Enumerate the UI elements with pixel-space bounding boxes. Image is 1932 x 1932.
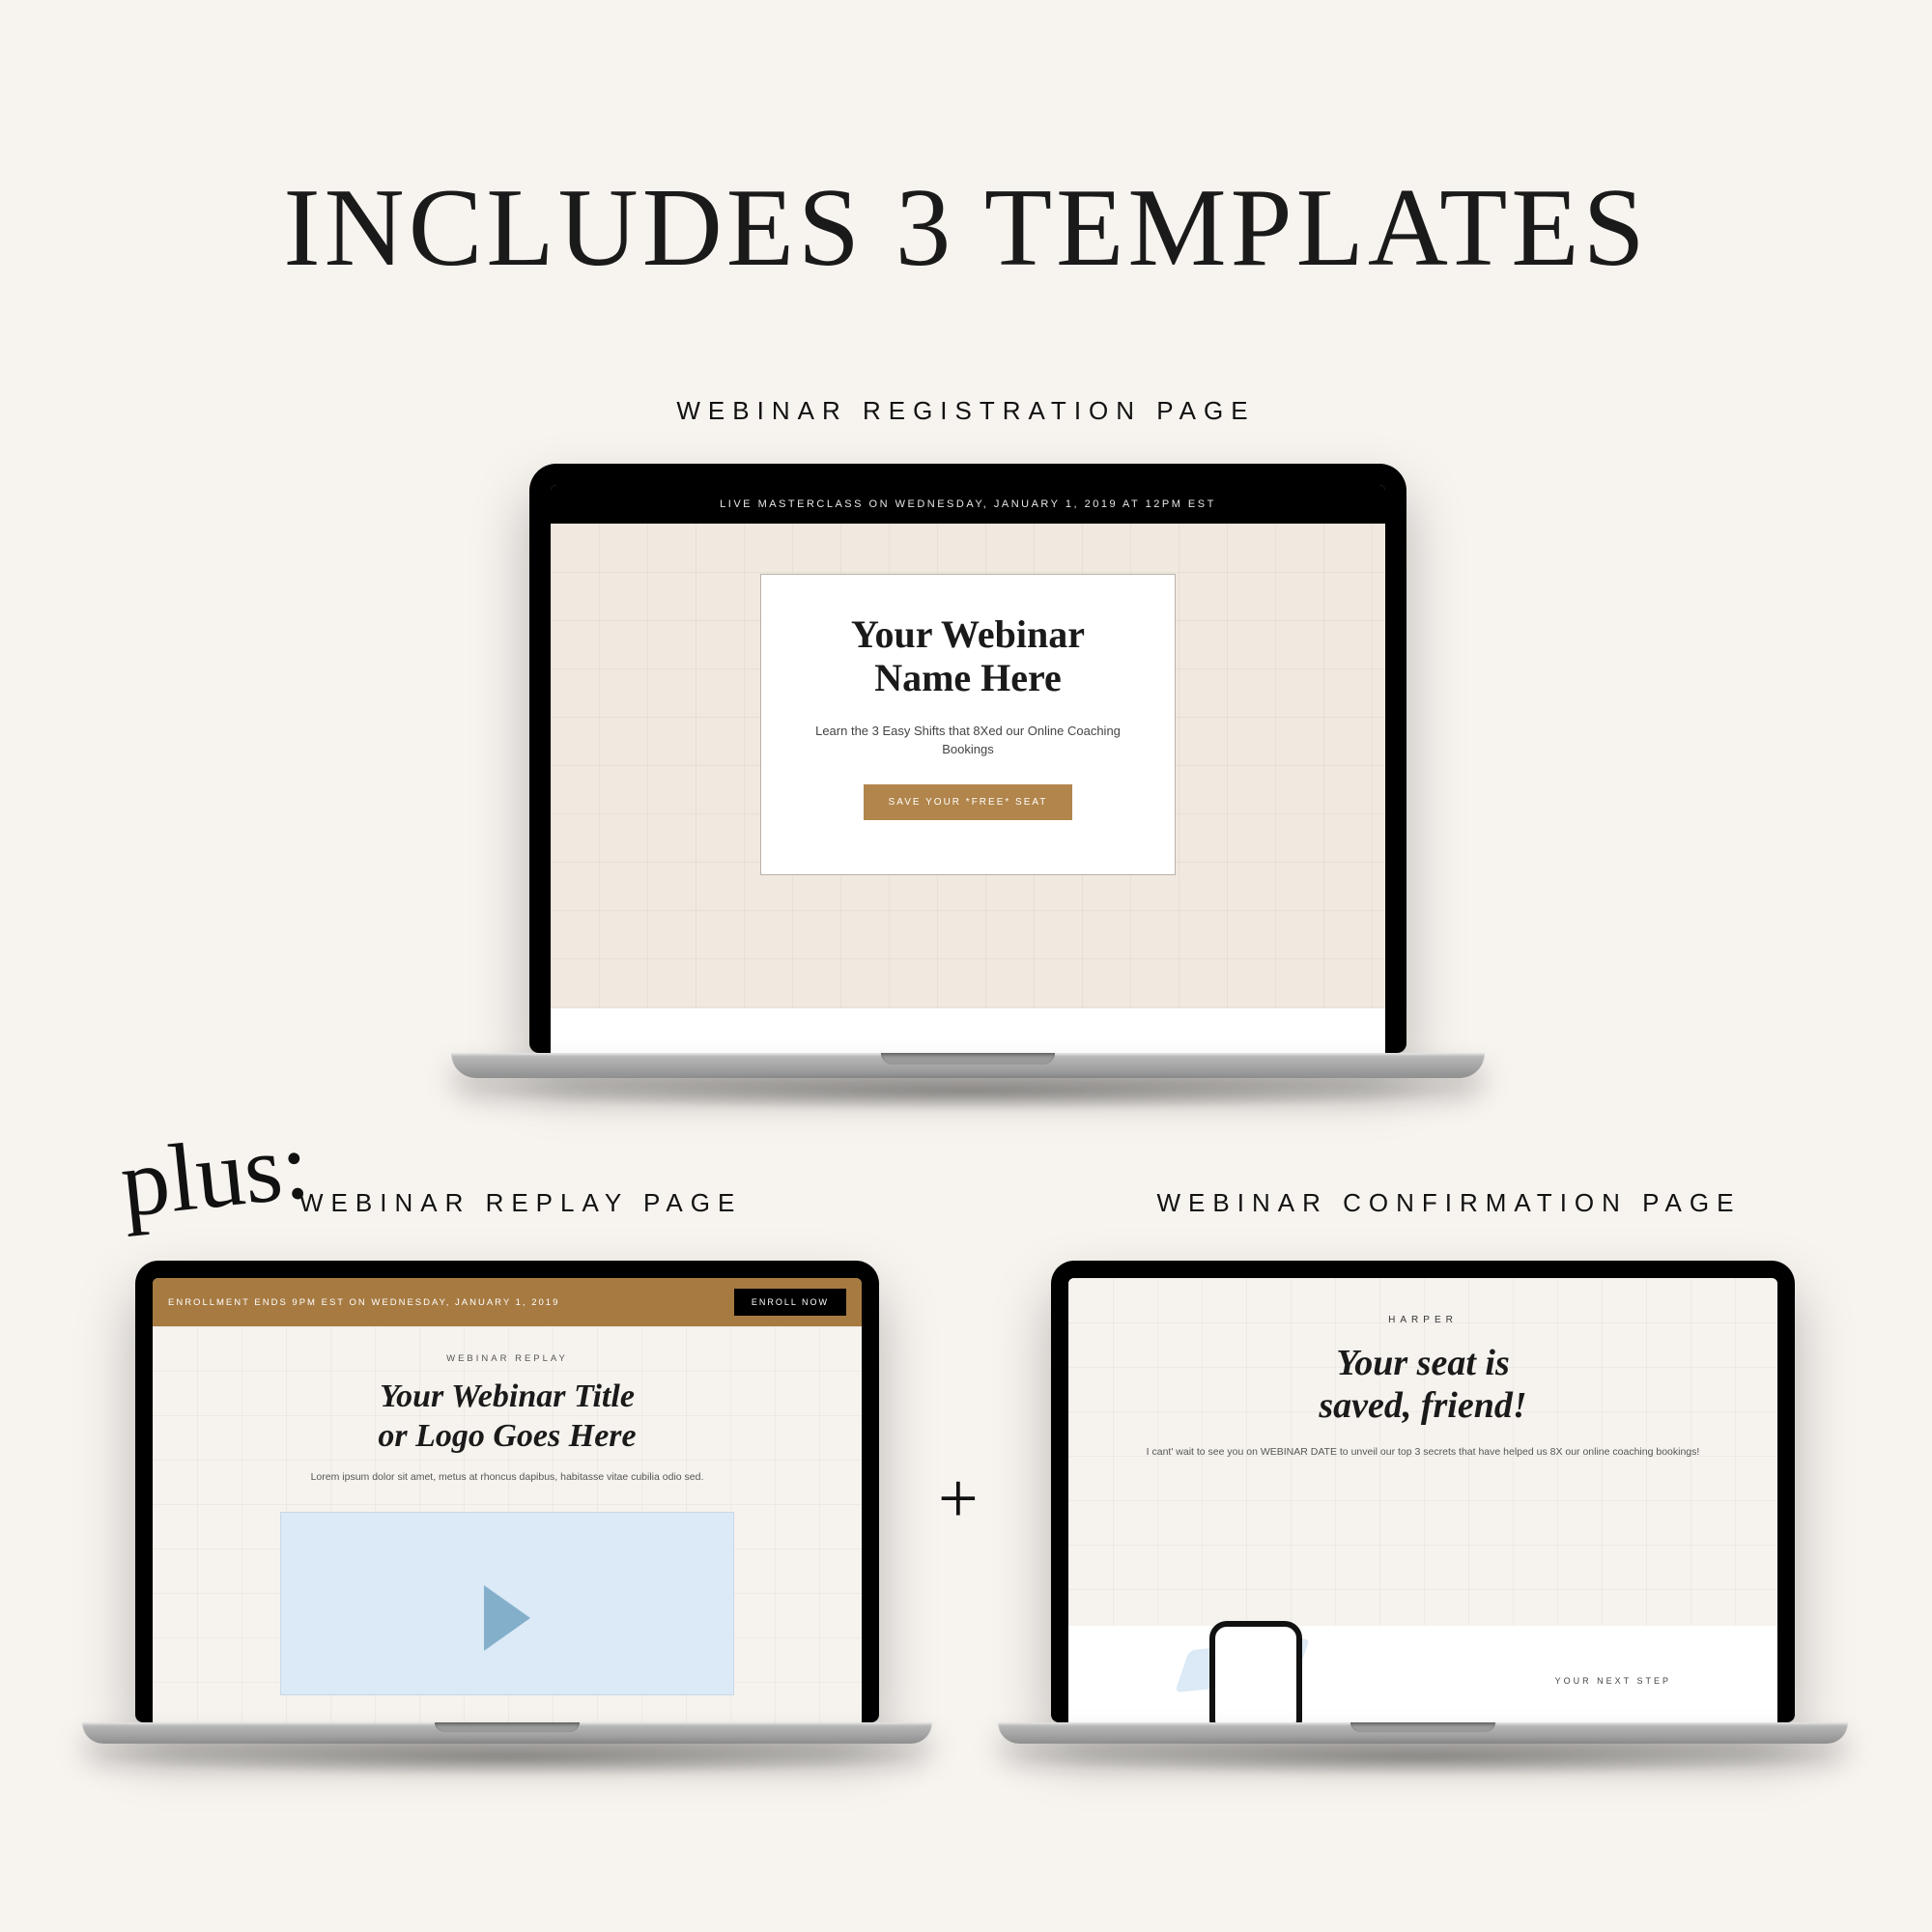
registration-title: Your Webinar Name Here: [794, 613, 1142, 700]
plus-script-word: plus:: [116, 1109, 314, 1239]
registration-card: Your Webinar Name Here Learn the 3 Easy …: [760, 574, 1176, 875]
confirmation-subtitle: I cant' wait to see you on WEBINAR DATE …: [1146, 1444, 1700, 1461]
registration-subtitle: Learn the 3 Easy Shifts that 8Xed our On…: [794, 722, 1142, 759]
replay-banner: ENROLLMENT ENDS 9PM EST ON WEDNESDAY, JA…: [168, 1297, 559, 1308]
replay-title: Your Webinar Title or Logo Goes Here: [211, 1378, 804, 1457]
play-icon: [484, 1585, 530, 1651]
enroll-now-button[interactable]: ENROLL NOW: [734, 1289, 846, 1316]
confirmation-next-step: YOUR NEXT STEP: [1555, 1676, 1671, 1686]
laptop-registration: LIVE MASTERCLASS ON WEDNESDAY, JANUARY 1…: [529, 464, 1406, 1078]
plus-icon: +: [938, 1459, 979, 1541]
replay-video-placeholder[interactable]: [280, 1512, 734, 1695]
replay-subtitle: Lorem ipsum dolor sit amet, metus at rho…: [211, 1470, 804, 1486]
laptop-replay: ENROLLMENT ENDS 9PM EST ON WEDNESDAY, JA…: [135, 1261, 879, 1744]
registration-banner: LIVE MASTERCLASS ON WEDNESDAY, JANUARY 1…: [551, 485, 1385, 524]
phone-graphic-icon: [1184, 1640, 1329, 1708]
label-registration: WEBINAR REGISTRATION PAGE: [0, 396, 1932, 426]
save-seat-button[interactable]: SAVE YOUR *FREE* SEAT: [864, 784, 1073, 820]
confirmation-title: Your seat is saved, friend!: [1146, 1343, 1700, 1427]
label-confirmation: WEBINAR CONFIRMATION PAGE: [1053, 1188, 1845, 1218]
page-headline: INCLUDES 3 TEMPLATES: [0, 164, 1932, 292]
label-replay: WEBINAR REPLAY PAGE: [299, 1188, 879, 1218]
confirmation-eyebrow: HARPER: [1146, 1315, 1700, 1325]
replay-eyebrow: WEBINAR REPLAY: [211, 1353, 804, 1364]
laptop-confirmation: HARPER Your seat is saved, friend! I can…: [1051, 1261, 1795, 1744]
